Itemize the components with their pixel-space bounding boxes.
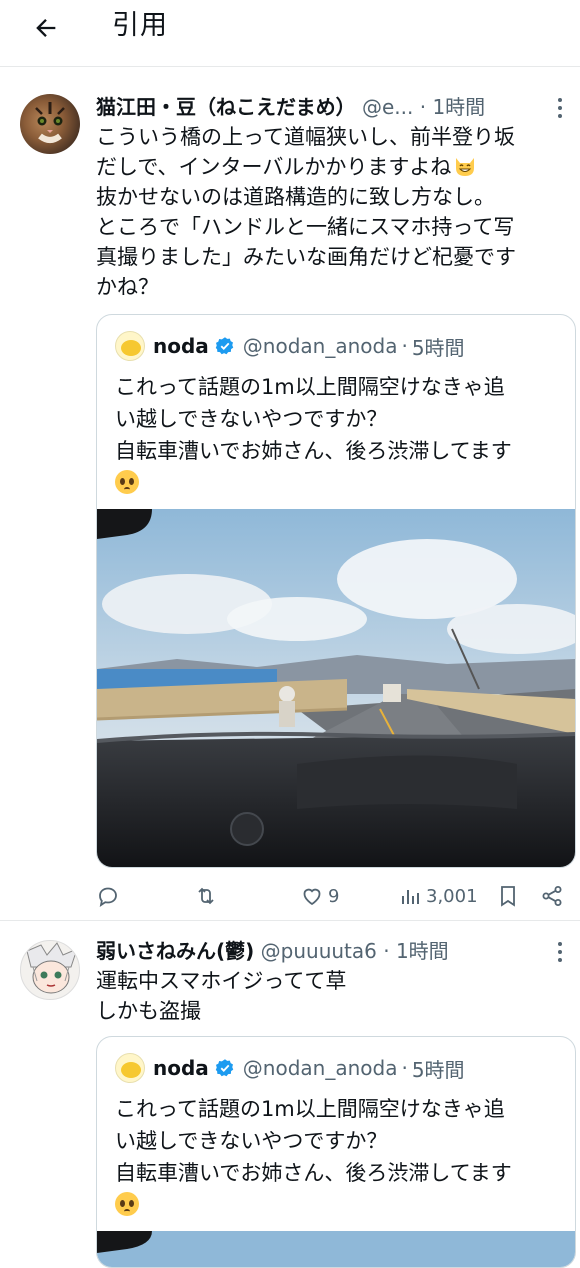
grinning-cat-emoji-icon: [456, 158, 475, 176]
pleading-face-emoji-icon: [115, 470, 139, 494]
post-text-line: 真撮りました」みたいな画角だけど杞憂です: [96, 245, 516, 269]
verified-badge-icon: [215, 1059, 234, 1077]
quoted-tweet-card[interactable]: noda @nodan_anoda · 5時間 これって話題の1m以上間隔空けな…: [96, 1036, 576, 1268]
post-text-line: しかも盗撮: [96, 999, 201, 1023]
post-time[interactable]: 5時間: [412, 332, 465, 361]
post-text-line: ところで「ハンドルと一緒にスマホ持って写: [96, 215, 515, 239]
verified-badge-icon: [215, 337, 234, 355]
like-button[interactable]: 9: [300, 876, 339, 916]
view-count: 3,001: [426, 885, 478, 907]
post-time[interactable]: 1時間: [396, 939, 449, 963]
retweet-button[interactable]: [194, 876, 222, 916]
reply-icon: [99, 887, 117, 907]
post-text-line: 抜かせないのは道路構造的に致し方なし。: [96, 185, 495, 209]
heart-icon: [303, 888, 321, 906]
bookmark-button[interactable]: [496, 876, 520, 916]
quoted-text-line: これって話題の1m以上間隔空けなきゃ追: [115, 375, 505, 399]
user-handle[interactable]: @nodan_anoda: [243, 1056, 398, 1080]
post-text-line: だしで、インターバルかかりますよね: [96, 152, 566, 182]
user-name[interactable]: 猫江田・豆（ねこえだまめ）: [96, 95, 356, 119]
more-options-button[interactable]: [556, 942, 564, 962]
reply-button[interactable]: [96, 876, 124, 916]
avatar[interactable]: [115, 1053, 145, 1083]
pleading-face-emoji-icon: [115, 1192, 139, 1216]
user-handle[interactable]: @nodan_anoda: [243, 334, 398, 358]
quoted-text-line: い越しできないやつですか？: [115, 407, 388, 431]
avatar[interactable]: [20, 94, 80, 154]
quote-tweet-post[interactable]: 猫江田・豆（ねこえだまめ） @e... · 1時間 こういう橋の上って道幅狭いし…: [0, 78, 580, 921]
retweet-icon: [198, 887, 214, 905]
user-name[interactable]: noda: [153, 334, 209, 358]
user-handle[interactable]: @puuuuta6: [261, 939, 377, 963]
cat-avatar-icon: [35, 102, 65, 143]
separator-dot: ·: [383, 939, 390, 963]
separator-dot: ·: [401, 334, 408, 358]
post-time[interactable]: 5時間: [412, 1054, 465, 1083]
post-header: 弱いさねみん(鬱) @puuuuta6 · 1時間: [96, 936, 449, 966]
post-text-line: かね？: [96, 275, 159, 299]
attached-photo[interactable]: [97, 509, 575, 867]
attached-photo[interactable]: [97, 1231, 575, 1268]
back-button[interactable]: [26, 8, 66, 48]
top-bar: 引用: [0, 0, 580, 67]
quoted-text-line: 自転車漕いでお姉さん、後ろ渋滞してます: [115, 1161, 512, 1185]
avatar[interactable]: [20, 940, 80, 1000]
user-name[interactable]: 弱いさねみん(鬱): [96, 939, 254, 963]
share-button[interactable]: [540, 876, 564, 916]
like-count: 9: [328, 885, 340, 907]
bookmark-icon: [501, 886, 515, 907]
quoted-tweet-text: これって話題の1m以上間隔空けなきゃ追 い越しできないやつですか？ 自転車漕いで…: [115, 1093, 565, 1221]
quoted-text-line: [115, 1189, 565, 1221]
separator-dot: ·: [419, 95, 427, 119]
quoted-tweet-text: これって話題の1m以上間隔空けなきゃ追 い越しできないやつですか？ 自転車漕いで…: [115, 371, 565, 499]
avatar[interactable]: [115, 331, 145, 361]
post-text: 運転中スマホイジってて草 しかも盗撮: [96, 966, 566, 1026]
anime-avatar-icon: [26, 942, 78, 994]
page-title: 引用: [112, 10, 168, 41]
quote-tweet-post[interactable]: 弱いさねみん(鬱) @puuuuta6 · 1時間 運転中スマホイジってて草 し…: [0, 924, 580, 1268]
quoted-text-line: これって話題の1m以上間隔空けなきゃ追: [115, 1097, 505, 1121]
action-bar: 9 3,001: [96, 876, 576, 916]
separator-dot: ·: [401, 1056, 408, 1080]
user-name[interactable]: noda: [153, 1056, 209, 1080]
post-text-line: 運転中スマホイジってて草: [96, 969, 347, 993]
post-time[interactable]: 1時間: [432, 95, 485, 119]
user-handle[interactable]: @e...: [362, 95, 413, 119]
quoted-tweet-header: noda @nodan_anoda · 5時間: [115, 329, 465, 363]
views-chart-icon: [402, 890, 419, 904]
post-header: 猫江田・豆（ねこえだまめ） @e... · 1時間: [96, 92, 485, 122]
views-button[interactable]: 3,001: [398, 876, 478, 916]
quoted-text-line: い越しできないやつですか？: [115, 1129, 388, 1153]
share-icon: [542, 886, 562, 906]
more-options-button[interactable]: [556, 98, 564, 118]
quoted-text-line: [115, 467, 565, 499]
post-text-line: こういう橋の上って道幅狭いし、前半登り坂: [96, 125, 515, 149]
quoted-tweet-card[interactable]: noda @nodan_anoda · 5時間 これって話題の1m以上間隔空けな…: [96, 314, 576, 868]
quoted-text-line: 自転車漕いでお姉さん、後ろ渋滞してます: [115, 439, 512, 463]
post-text: こういう橋の上って道幅狭いし、前半登り坂 だしで、インターバルかかりますよね 抜…: [96, 122, 566, 302]
back-arrow-icon: [36, 19, 56, 37]
quoted-tweet-header: noda @nodan_anoda · 5時間: [115, 1051, 465, 1085]
